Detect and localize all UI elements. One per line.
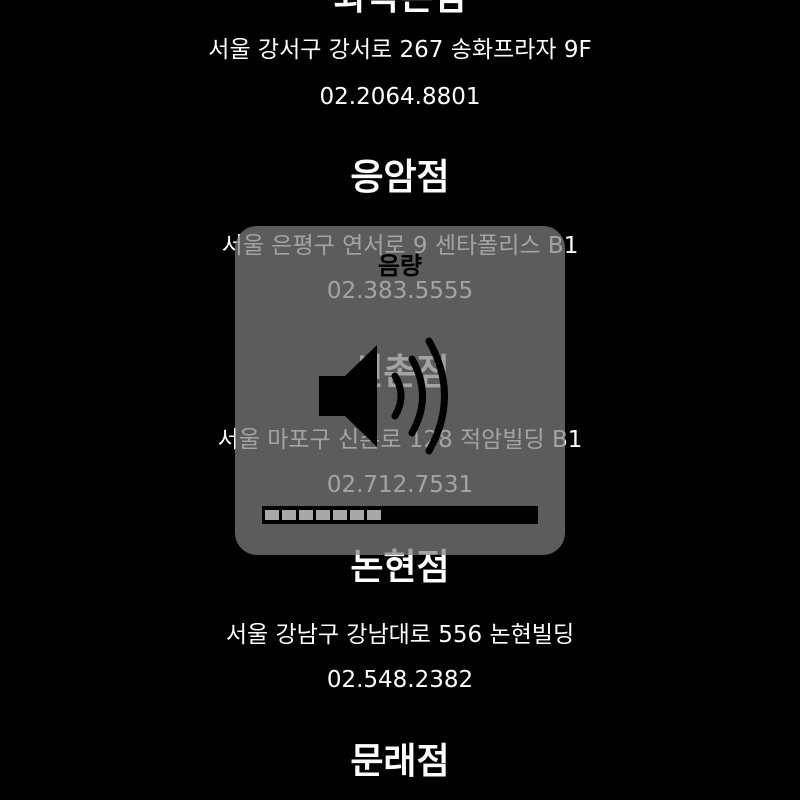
store-name: 화곡본점 [0, 0, 800, 20]
volume-level-segment [333, 510, 347, 520]
store-name: 문래점 [350, 741, 450, 782]
store-address: 서울 강남구 강남대로 556 논현빌딩 [225, 622, 575, 648]
volume-level-segment [367, 510, 381, 520]
volume-level-segment [299, 510, 313, 520]
volume-level-segment [282, 510, 296, 520]
store-name: 응암점 [350, 157, 450, 198]
volume-title: 음량 [377, 252, 423, 280]
volume-level-segment [316, 510, 330, 520]
speaker-volume-icon [319, 337, 448, 455]
volume-level-segment [265, 510, 279, 520]
volume-level-segment [350, 510, 364, 520]
store-phone[interactable]: 02.2064.8801 [0, 82, 800, 112]
store-phone[interactable]: 02.548.2382 [0, 665, 800, 695]
store-address: 서울 강서구 강서로 267 송화프라자 9F [208, 37, 592, 63]
volume-level-bar[interactable] [262, 506, 538, 524]
volume-overlay: 음량 [235, 226, 565, 555]
